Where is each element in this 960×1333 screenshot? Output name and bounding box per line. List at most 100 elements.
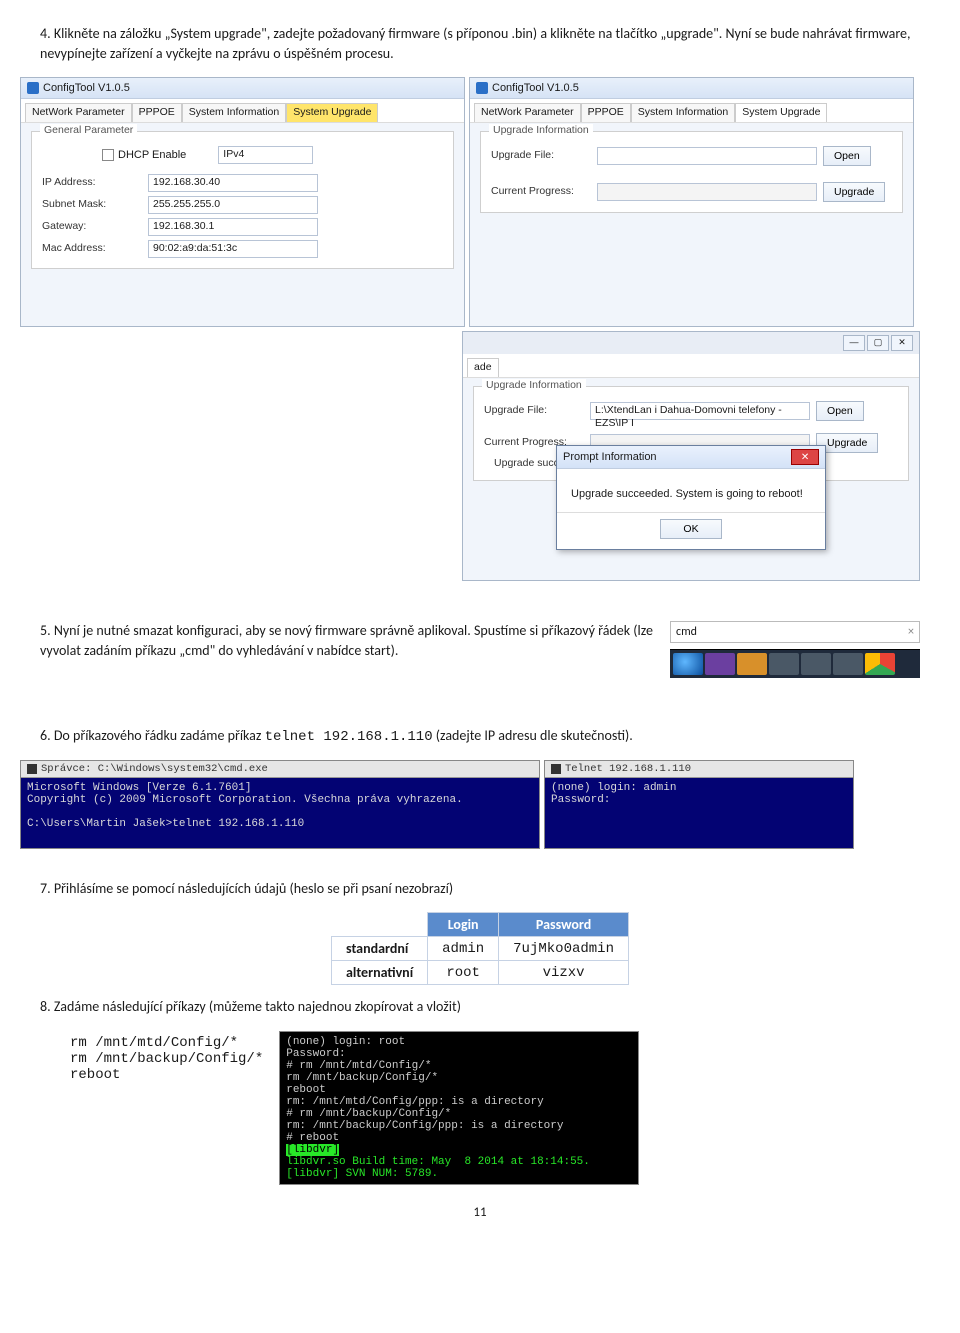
ip-label: IP Address:	[42, 176, 142, 190]
tab-pppoe[interactable]: PPPOE	[132, 103, 182, 122]
tab-network-parameter[interactable]: NetWork Parameter	[25, 103, 132, 122]
step-4-number: 4.	[40, 25, 51, 42]
mac-label: Mac Address:	[42, 242, 142, 256]
dhcp-checkbox[interactable]	[102, 149, 114, 161]
cmd-titlebar: Správce: C:\Windows\system32\cmd.exe	[21, 761, 539, 778]
step-5: cmd × 5. Nyní je nutné smazat konfigurac…	[40, 621, 920, 686]
close-icon[interactable]: ✕	[891, 335, 913, 351]
telnet-output: (none) login: root Password: # rm /mnt/m…	[286, 1036, 563, 1144]
mask-input[interactable]: 255.255.255.0	[148, 196, 318, 214]
taskbar-icon[interactable]	[769, 653, 799, 675]
dhcp-label: DHCP Enable	[118, 148, 186, 162]
upgrade-file-input[interactable]: L:\XtendLan i Dahua-Domovni telefony - E…	[590, 402, 810, 420]
cmd-icon	[27, 764, 37, 774]
command-line: rm /mnt/backup/Config/*	[70, 1051, 263, 1067]
step-6-text-post: (zadejte IP adresu dle skutečnosti).	[433, 727, 633, 744]
clear-search-icon[interactable]: ×	[908, 625, 914, 639]
maximize-icon[interactable]: ▢	[867, 335, 889, 351]
window-title: ConfigTool V1.0.5	[43, 81, 130, 95]
configtool-right-window: ConfigTool V1.0.5 NetWork Parameter PPPO…	[469, 77, 914, 327]
cmd-window-left: Správce: C:\Windows\system32\cmd.exe Mic…	[20, 760, 540, 849]
tabs: NetWork Parameter PPPOE System Informati…	[21, 99, 464, 123]
dialog-ok-button[interactable]: OK	[660, 519, 721, 539]
progress-label: Current Progress:	[491, 185, 591, 199]
window-titlebar: ConfigTool V1.0.5	[470, 78, 913, 99]
window-titlebar: ConfigTool V1.0.5	[21, 78, 464, 99]
group-legend: General Parameter	[40, 124, 137, 138]
taskbar-icon[interactable]	[737, 653, 767, 675]
configtool-windows-row: ConfigTool V1.0.5 NetWork Parameter PPPO…	[20, 77, 920, 327]
upgrade-file-label: Upgrade File:	[491, 149, 591, 163]
mac-input[interactable]: 90:02:a9:da:51:3c	[148, 240, 318, 258]
telnet-body[interactable]: (none) login: root Password: # rm /mnt/m…	[280, 1032, 638, 1184]
start-search-widget: cmd ×	[670, 621, 920, 678]
tab-system-upgrade[interactable]: System Upgrade	[735, 103, 827, 122]
start-button-icon[interactable]	[673, 653, 703, 675]
step-8-text: Zadáme následující příkazy (můžeme takto…	[54, 998, 461, 1015]
command-line: rm /mnt/mtd/Config/*	[70, 1035, 263, 1051]
login-credentials-table: Login Password standardní admin 7ujMko0a…	[331, 912, 629, 985]
prompt-dialog: Prompt Information ✕ Upgrade succeeded. …	[556, 445, 826, 549]
tab-pppoe[interactable]: PPPOE	[581, 103, 631, 122]
cmd-body[interactable]: (none) login: admin Password:	[545, 778, 853, 848]
telnet-green-line: [libdvr] SVN NUM: 5789.	[286, 1168, 438, 1180]
taskbar-icon[interactable]	[801, 653, 831, 675]
dialog-close-icon[interactable]: ✕	[791, 449, 819, 465]
tab-system-information[interactable]: System Information	[182, 103, 286, 122]
ip-input[interactable]: 192.168.30.40	[148, 174, 318, 192]
cmd-title: Správce: C:\Windows\system32\cmd.exe	[41, 763, 268, 775]
upgrade-file-input[interactable]	[597, 147, 817, 165]
tab-system-upgrade[interactable]: System Upgrade	[286, 103, 378, 122]
row-login: root	[428, 961, 499, 985]
configtool-left-window: ConfigTool V1.0.5 NetWork Parameter PPPO…	[20, 77, 465, 327]
step-6-text-pre: Do příkazového řádku zadáme příkaz	[54, 727, 265, 744]
gateway-input[interactable]: 192.168.30.1	[148, 218, 318, 236]
search-value: cmd	[676, 625, 697, 639]
app-icon	[27, 82, 39, 94]
tab-system-information[interactable]: System Information	[631, 103, 735, 122]
group-legend: Upgrade Information	[482, 379, 586, 393]
open-button[interactable]: Open	[816, 401, 864, 421]
taskbar-icon[interactable]	[833, 653, 863, 675]
cmd-body[interactable]: Microsoft Windows [Verze 6.1.7601] Copyr…	[21, 778, 539, 848]
row-password: 7ujMko0admin	[499, 937, 629, 961]
window-title: ConfigTool V1.0.5	[492, 81, 579, 95]
start-search-input[interactable]: cmd ×	[670, 621, 920, 643]
step-6-number: 6.	[40, 727, 51, 744]
taskbar-icon[interactable]	[705, 653, 735, 675]
row-label: standardní	[332, 937, 428, 961]
telnet-command: telnet 192.168.1.110	[265, 729, 433, 745]
step-4: 4. Klikněte na záložku „System upgrade",…	[40, 24, 920, 63]
dialog-titlebar: Prompt Information ✕	[557, 446, 825, 469]
ip-version-select[interactable]: IPv4	[218, 146, 313, 164]
dialog-message: Upgrade succeeded. System is going to re…	[557, 469, 825, 511]
step-8: 8. Zadáme následující příkazy (můžeme ta…	[40, 997, 920, 1017]
step-7: 7. Přihlásíme se pomocí následujících úd…	[40, 879, 920, 899]
step-5-number: 5.	[40, 622, 51, 639]
cmd-icon	[551, 764, 561, 774]
cmd-titlebar: Telnet 192.168.1.110	[545, 761, 853, 778]
chrome-icon[interactable]	[865, 653, 895, 675]
telnet-green-line: [libdvr]	[286, 1144, 339, 1156]
row-password: vizxv	[499, 961, 629, 985]
step-8-number: 8.	[40, 998, 51, 1015]
tab-network-parameter[interactable]: NetWork Parameter	[474, 103, 581, 122]
upgrade-file-label: Upgrade File:	[484, 404, 584, 418]
window-control-buttons: — ▢ ✕	[463, 332, 919, 354]
upgrade-button[interactable]: Upgrade	[823, 182, 885, 202]
minimize-icon[interactable]: —	[843, 335, 865, 351]
head-password: Password	[499, 913, 629, 937]
gateway-label: Gateway:	[42, 220, 142, 234]
taskbar	[670, 649, 920, 678]
open-button[interactable]: Open	[823, 146, 871, 166]
telnet-green-line: libdvr.so Build time: May 8 2014 at 18:1…	[286, 1156, 590, 1168]
tab-fragment[interactable]: ade	[467, 358, 499, 377]
general-parameter-group: General Parameter DHCP Enable IPv4 IP Ad…	[31, 131, 454, 269]
step-5-text: Nyní je nutné smazat konfiguraci, aby se…	[40, 622, 653, 659]
row-login: admin	[428, 937, 499, 961]
page-number: 11	[40, 1205, 920, 1220]
table-row: alternativní root vizxv	[332, 961, 629, 985]
row-label: alternativní	[332, 961, 428, 985]
dialog-title: Prompt Information	[563, 450, 657, 464]
configtool-success-row: — ▢ ✕ ade Upgrade Information Upgrade Fi…	[20, 331, 920, 581]
